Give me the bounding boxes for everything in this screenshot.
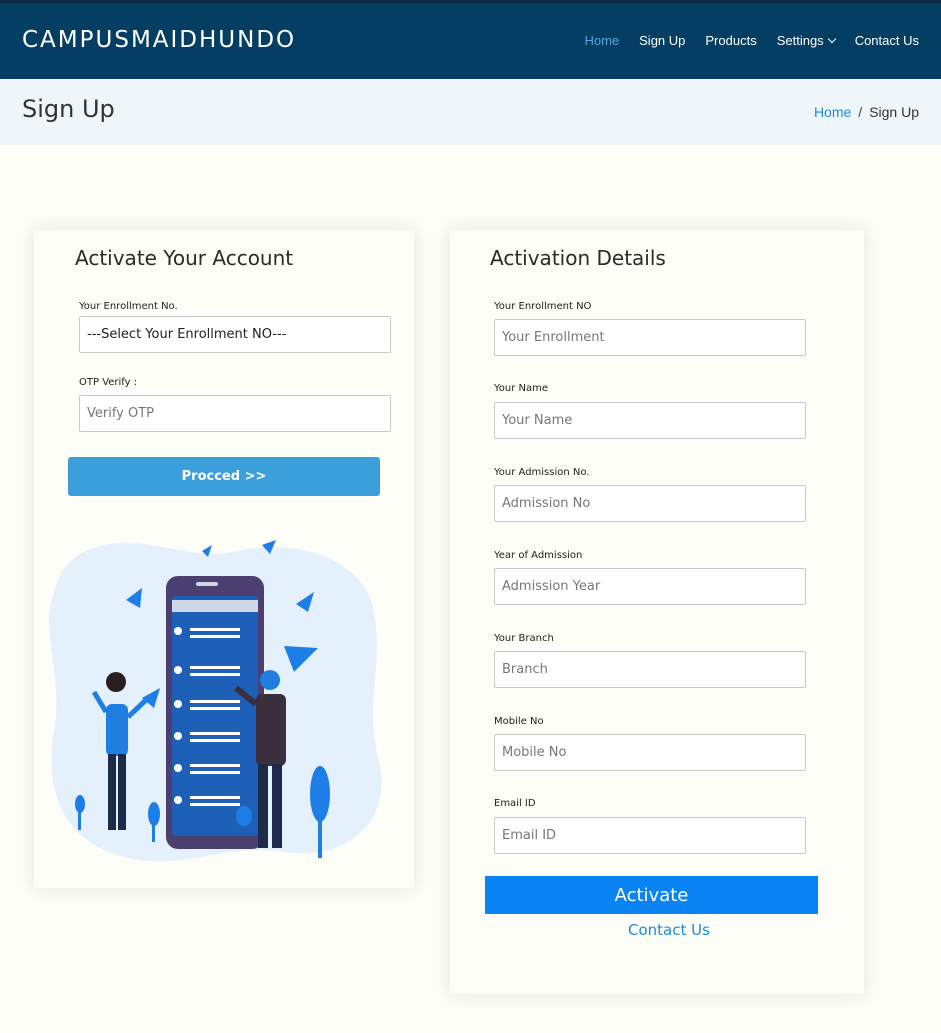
page-title: Sign Up: [22, 95, 115, 123]
activate-account-card: Activate Your Account Your Enrollment No…: [34, 230, 414, 888]
field-label-mobile: Mobile No: [494, 716, 544, 727]
field-label-name: Your Name: [494, 383, 549, 394]
field-label-enrollment: Your Enrollment NO: [494, 301, 592, 312]
breadcrumb-bar: Sign Up Home / Sign Up: [0, 79, 941, 145]
brand-logo[interactable]: CAMPUSMAIDHUNDO: [22, 27, 296, 53]
chevron-down-icon: [827, 34, 836, 44]
nav-products[interactable]: Products: [705, 33, 756, 48]
activate-button[interactable]: Activate: [485, 876, 818, 914]
admission-year-input[interactable]: [494, 568, 806, 605]
field-label-email: Email ID: [494, 798, 536, 809]
breadcrumb: Home / Sign Up: [814, 104, 919, 120]
nav-settings[interactable]: Settings: [776, 33, 836, 48]
activate-card-title: Activate Your Account: [75, 246, 294, 270]
contact-us-link[interactable]: Contact Us: [628, 921, 710, 939]
admission-no-input[interactable]: [494, 485, 806, 522]
nav-sign-up[interactable]: Sign Up: [639, 33, 685, 48]
otp-input[interactable]: [79, 395, 391, 432]
proceed-button[interactable]: Procced >>: [68, 457, 380, 496]
breadcrumb-current: Sign Up: [869, 104, 919, 120]
breadcrumb-separator: /: [858, 104, 863, 120]
activation-details-card: Activation Details Your Enrollment NO Yo…: [450, 230, 864, 994]
enrollment-select-value: ---Select Your Enrollment NO---: [87, 327, 287, 342]
otp-label: OTP Verify :: [79, 377, 138, 388]
breadcrumb-home[interactable]: Home: [814, 104, 851, 120]
main-nav: Home Sign Up Products Settings Contact U…: [564, 33, 919, 48]
nav-settings-label: Settings: [776, 33, 824, 48]
field-label-admission-year: Year of Admission: [494, 550, 583, 561]
enrollment-input[interactable]: [494, 319, 806, 356]
enrollment-label: Your Enrollment No.: [79, 301, 178, 312]
navbar: CAMPUSMAIDHUNDO Home Sign Up Products Se…: [0, 3, 941, 79]
field-label-admission-no: Your Admission No.: [494, 467, 590, 478]
mobile-input[interactable]: [494, 734, 806, 771]
signup-illustration: [49, 540, 382, 862]
name-input[interactable]: [494, 402, 806, 439]
details-card-title: Activation Details: [490, 246, 666, 270]
enrollment-select[interactable]: ---Select Your Enrollment NO---: [79, 316, 391, 353]
nav-home[interactable]: Home: [584, 33, 619, 48]
nav-contact-us[interactable]: Contact Us: [855, 33, 919, 48]
email-input[interactable]: [494, 817, 806, 854]
branch-input[interactable]: [494, 651, 806, 688]
field-label-branch: Your Branch: [494, 633, 554, 644]
